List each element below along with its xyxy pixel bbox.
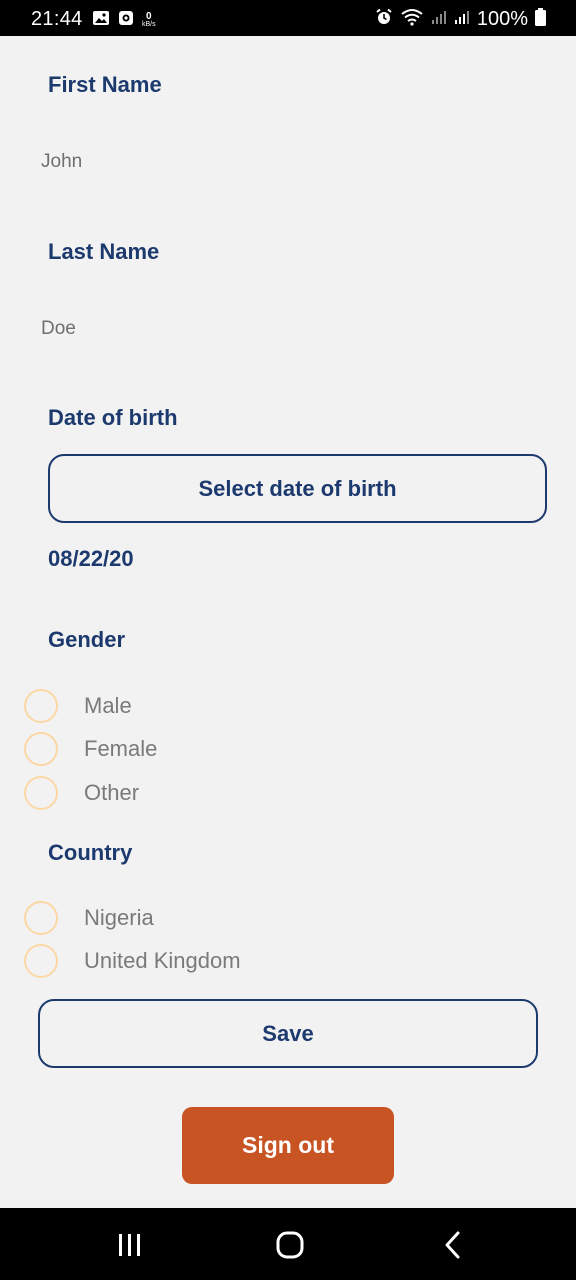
dob-label: Date of birth bbox=[48, 405, 178, 430]
sign-out-button[interactable]: Sign out bbox=[182, 1107, 394, 1184]
home-icon[interactable] bbox=[275, 1230, 305, 1260]
last-name-label: Last Name bbox=[48, 239, 160, 264]
country-option-united-kingdom[interactable]: United Kingdom bbox=[24, 941, 241, 981]
radio-label: Male bbox=[84, 693, 132, 718]
gender-option-other[interactable]: Other bbox=[24, 773, 139, 813]
radio-label: Nigeria bbox=[84, 905, 154, 930]
select-date-of-birth-button[interactable]: Select date of birth bbox=[48, 454, 547, 523]
first-name-label: First Name bbox=[48, 72, 162, 97]
data-speed-indicator: 0 kB/s bbox=[142, 10, 156, 28]
radio-button[interactable] bbox=[24, 901, 58, 935]
back-icon[interactable] bbox=[437, 1230, 467, 1260]
save-button[interactable]: Save bbox=[38, 999, 538, 1068]
gender-option-female[interactable]: Female bbox=[24, 729, 157, 769]
signal-icon bbox=[431, 9, 447, 30]
battery-icon bbox=[535, 8, 546, 31]
radio-button[interactable] bbox=[24, 732, 58, 766]
radio-label: Female bbox=[84, 736, 158, 761]
signal-icon bbox=[454, 9, 470, 30]
wifi-icon bbox=[400, 8, 424, 31]
radio-label: United Kingdom bbox=[84, 948, 241, 973]
radio-label: Other bbox=[84, 780, 140, 805]
recent-apps-icon[interactable] bbox=[115, 1230, 145, 1260]
battery-percentage: 100% bbox=[476, 8, 528, 30]
country-option-nigeria[interactable]: Nigeria bbox=[24, 898, 154, 938]
country-label: Country bbox=[48, 840, 133, 865]
gender-option-male[interactable]: Male bbox=[24, 686, 132, 726]
image-icon bbox=[92, 10, 110, 31]
alarm-icon bbox=[375, 8, 393, 31]
navigation-bar bbox=[0, 1208, 576, 1280]
dob-value: 08/22/20 bbox=[48, 546, 134, 571]
status-time: 21:44 bbox=[31, 8, 83, 30]
status-bar: 21:44 0 kB/s 100% bbox=[0, 0, 576, 36]
first-name-value[interactable]: John bbox=[41, 151, 82, 173]
last-name-value[interactable]: Doe bbox=[41, 318, 76, 340]
radio-button[interactable] bbox=[24, 944, 58, 978]
radio-button[interactable] bbox=[24, 776, 58, 810]
gender-label: Gender bbox=[48, 627, 126, 652]
radio-button[interactable] bbox=[24, 689, 58, 723]
screen-record-icon bbox=[118, 10, 134, 31]
